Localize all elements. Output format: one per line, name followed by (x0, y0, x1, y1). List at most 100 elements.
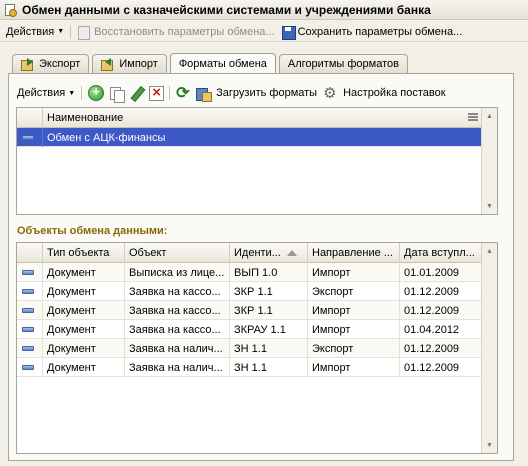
cell-effective-date: 01.12.2009 (404, 285, 460, 298)
title-bar: Обмен данными с казначейскими системами … (0, 0, 528, 20)
sort-ascending-icon (287, 250, 297, 256)
delivery-settings-button[interactable]: Настройка поставок (323, 84, 446, 102)
cell-object: Заявка на налич... (125, 358, 230, 377)
header-effective-date[interactable]: Дата вступл... (400, 243, 482, 263)
tab-import[interactable]: Импорт (92, 54, 167, 73)
cell-direction: Импорт (308, 320, 400, 339)
header-name[interactable]: Наименование (43, 108, 482, 128)
cell-direction: Экспорт (308, 339, 400, 358)
save-params-label: Сохранить параметры обмена... (297, 25, 463, 38)
window-title: Обмен данными с казначейскими системами … (22, 2, 431, 17)
gear-icon (323, 84, 338, 102)
cell-effective-date: 01.12.2009 (404, 304, 460, 317)
header-direction[interactable]: Направление ... (308, 243, 400, 263)
objects-table: Тип объекта Объект Иденти... Направление… (16, 242, 498, 454)
row-icon (22, 365, 34, 370)
cell-direction: Экспорт (308, 282, 400, 301)
formats-table-header: Наименование (17, 108, 482, 128)
header-object-label: Объект (129, 247, 167, 259)
copy-icon[interactable] (109, 86, 126, 103)
cell-effective-date: 01.04.2012 (404, 323, 460, 336)
cell-object: Заявка на кассо... (125, 320, 230, 339)
tab-strip: Экспорт Импорт Форматы обмена Алгоритмы … (12, 53, 411, 74)
cell-object: Заявка на кассо... (125, 301, 230, 320)
formats-table: Наименование Обмен с АЦК-финансы ▲ ▼ (16, 107, 498, 215)
restore-params-button[interactable]: Восстановить параметры обмена... (77, 25, 275, 40)
tab-import-label: Импорт (119, 58, 158, 70)
row-icon (22, 135, 34, 140)
formats-scrollbar[interactable]: ▲ ▼ (481, 108, 497, 214)
cell-identifier: ЗН 1.1 (230, 358, 308, 377)
app-icon (4, 3, 17, 17)
panel-actions-label: Действия (17, 87, 66, 99)
header-direction-label: Направление ... (312, 247, 393, 259)
scroll-up-icon[interactable]: ▲ (482, 108, 497, 124)
header-identifier[interactable]: Иденти... (230, 243, 308, 263)
table-row[interactable]: Документ Выписка из лице... ВЫП 1.0 Импо… (17, 263, 482, 282)
format-name-cell: Обмен с АЦК-финансы (47, 131, 166, 144)
cell-object: Выписка из лице... (125, 263, 230, 282)
header-object-type[interactable]: Тип объекта (43, 243, 125, 263)
table-row[interactable]: Документ Заявка на налич... ЗН 1.1 Экспо… (17, 339, 482, 358)
cell-identifier: ЗКР 1.1 (230, 282, 308, 301)
cell-effective-date: 01.01.2009 (404, 266, 460, 279)
actions-menu-label: Действия (6, 25, 55, 38)
tab-export-label: Экспорт (39, 58, 81, 70)
scroll-down-icon[interactable]: ▼ (482, 437, 497, 453)
delivery-settings-label: Настройка поставок (343, 87, 446, 99)
add-icon[interactable] (88, 84, 105, 101)
toolbar-separator (169, 86, 171, 100)
tab-format-algorithms[interactable]: Алгоритмы форматов (278, 54, 408, 73)
toolbar-separator (81, 86, 83, 100)
header-icon-column (17, 243, 43, 263)
scroll-up-icon[interactable]: ▲ (482, 243, 497, 259)
header-effective-date-label: Дата вступл... (404, 247, 475, 259)
table-row[interactable]: Документ Заявка на налич... ЗН 1.1 Импор… (17, 358, 482, 377)
save-params-button[interactable]: Сохранить параметры обмена... (281, 25, 463, 40)
tab-exchange-formats-label: Форматы обмена (178, 58, 267, 70)
load-formats-icon (196, 86, 213, 102)
table-row[interactable]: Обмен с АЦК-финансы (17, 128, 482, 147)
formats-panel: Действия ▼ Загрузить форматы Настройка п… (8, 73, 514, 461)
table-row[interactable]: Документ Заявка на кассо... ЗКР 1.1 Эксп… (17, 282, 482, 301)
objects-scrollbar[interactable]: ▲ ▼ (481, 243, 497, 453)
cell-object-type: Документ (43, 358, 125, 377)
cell-direction: Импорт (308, 358, 400, 377)
import-icon (101, 58, 115, 71)
load-formats-button[interactable]: Загрузить форматы (196, 86, 317, 102)
cell-identifier: ЗКР 1.1 (230, 301, 308, 320)
toolbar-separator (70, 24, 72, 39)
restore-params-label: Восстановить параметры обмена... (94, 25, 275, 38)
header-object-type-label: Тип объекта (47, 247, 110, 259)
refresh-icon[interactable] (176, 83, 191, 103)
header-identifier-label: Иденти... (234, 247, 281, 259)
cell-object: Заявка на кассо... (125, 282, 230, 301)
panel-toolbar: Действия ▼ Загрузить форматы Настройка п… (17, 82, 452, 104)
row-icon (22, 308, 34, 313)
panel-actions-menu-button[interactable]: Действия ▼ (17, 87, 75, 99)
cell-identifier: ВЫП 1.0 (230, 263, 308, 282)
main-toolbar: Действия ▼ Восстановить параметры обмена… (0, 22, 528, 42)
cell-direction: Импорт (308, 263, 400, 282)
filter-icon[interactable] (468, 113, 478, 123)
cell-identifier: ЗН 1.1 (230, 339, 308, 358)
tab-exchange-formats[interactable]: Форматы обмена (169, 53, 276, 74)
row-icon (22, 270, 34, 275)
export-icon (21, 58, 35, 71)
cell-effective-date: 01.12.2009 (404, 361, 460, 374)
header-name-label: Наименование (47, 112, 124, 124)
cell-object-type: Документ (43, 320, 125, 339)
edit-icon[interactable] (129, 86, 144, 101)
delete-icon[interactable] (149, 84, 165, 101)
objects-section-title: Объекты обмена данными: (17, 225, 168, 237)
header-object[interactable]: Объект (125, 243, 230, 263)
table-row[interactable]: Документ Заявка на кассо... ЗКРАУ 1.1 Им… (17, 320, 482, 339)
table-row[interactable]: Документ Заявка на кассо... ЗКР 1.1 Импо… (17, 301, 482, 320)
tab-export[interactable]: Экспорт (12, 54, 90, 73)
header-icon-column (17, 108, 43, 128)
actions-menu-button[interactable]: Действия ▼ (6, 26, 64, 38)
restore-icon (77, 25, 91, 40)
dropdown-arrow-icon: ▼ (57, 28, 65, 35)
scroll-down-icon[interactable]: ▼ (482, 198, 497, 214)
tab-format-algorithms-label: Алгоритмы форматов (287, 58, 399, 70)
